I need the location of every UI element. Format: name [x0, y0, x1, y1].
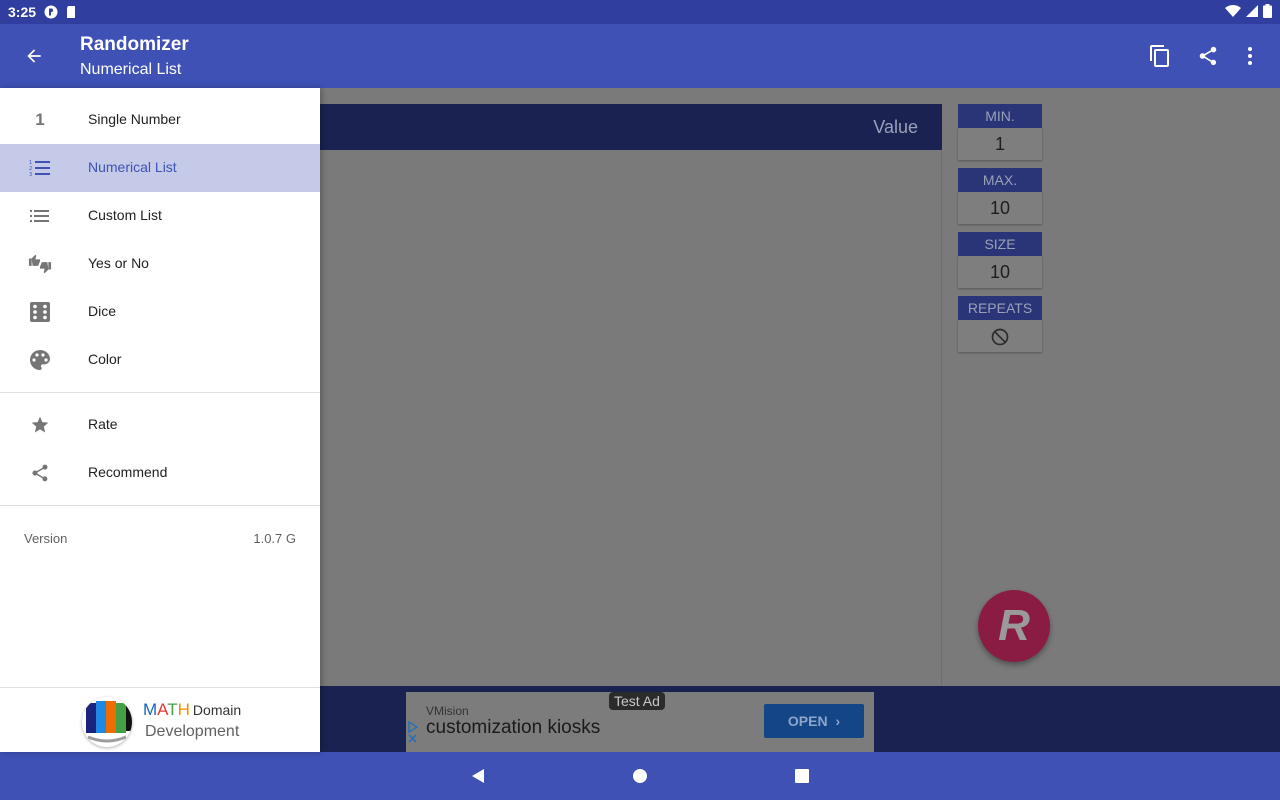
developer-name-letter: A	[157, 700, 168, 719]
circle-home-icon	[633, 769, 647, 783]
svg-text:3: 3	[29, 172, 32, 178]
drawer-item-single-number[interactable]: 1 Single Number	[0, 96, 320, 144]
nav-back-button[interactable]	[466, 764, 490, 788]
sd-card-icon	[64, 5, 78, 19]
copy-icon	[1150, 45, 1169, 67]
system-nav-bar	[0, 752, 1280, 800]
triangle-back-icon	[472, 769, 484, 783]
test-ad-badge: Test Ad	[609, 692, 665, 710]
param-size[interactable]: SIZE 10	[958, 232, 1042, 288]
app-title: Randomizer	[80, 34, 189, 55]
drawer-item-label: Dice	[88, 303, 117, 319]
drawer-item-custom-list[interactable]: Custom List	[0, 192, 320, 240]
status-bar: 3:25	[0, 0, 1280, 24]
ad-brand: VMision	[426, 704, 469, 718]
nav-recents-button[interactable]	[790, 764, 814, 788]
ad-open-label: OPEN	[787, 713, 828, 729]
drawer-item-label: Recommend	[88, 464, 168, 480]
developer-footer[interactable]: MATH Domain Development	[0, 687, 320, 752]
repeats-toggle[interactable]	[958, 320, 1042, 352]
drawer-item-color[interactable]: Color	[0, 336, 320, 384]
share-button[interactable]	[1188, 36, 1228, 76]
drawer-item-recommend[interactable]: Recommend	[0, 449, 320, 497]
param-value[interactable]: 10	[958, 256, 1042, 288]
param-value[interactable]: 1	[958, 128, 1042, 160]
randomize-fab[interactable]: R	[978, 590, 1050, 662]
app-subtitle: Numerical List	[80, 61, 182, 78]
drawer-item-label: Numerical List	[88, 159, 177, 175]
ad-open-button[interactable]: OPEN ›	[764, 704, 864, 738]
status-time: 3:25	[8, 4, 37, 20]
adchoices-icon[interactable]	[408, 720, 419, 747]
drawer-item-label: Custom List	[88, 207, 162, 223]
developer-name-letter: H	[177, 700, 190, 719]
share-icon	[28, 461, 52, 485]
drawer-item-dice[interactable]: Dice	[0, 288, 320, 336]
square-recents-icon	[795, 769, 809, 783]
share-icon	[1199, 46, 1217, 66]
param-label: SIZE	[958, 232, 1042, 256]
param-max[interactable]: MAX. 10	[958, 168, 1042, 224]
notification-app-icon	[44, 5, 58, 19]
drawer-item-label: Color	[88, 351, 122, 367]
status-indicators	[1225, 3, 1272, 21]
version-value: 1.0.7 G	[253, 531, 296, 546]
wifi-icon	[1225, 4, 1241, 21]
list-icon	[28, 204, 52, 228]
drawer-item-label: Rate	[88, 416, 118, 432]
back-button[interactable]	[14, 36, 54, 76]
param-repeats[interactable]: REPEATS	[958, 296, 1042, 352]
block-icon	[991, 328, 1009, 346]
developer-name: MATH Domain	[143, 700, 241, 720]
drawer-item-numerical-list[interactable]: 123 Numerical List	[0, 144, 320, 192]
app-bar: Randomizer Numerical List	[0, 24, 1280, 88]
developer-subtitle: Development	[145, 723, 240, 740]
palette-icon	[28, 348, 52, 372]
param-min[interactable]: MIN. 1	[958, 104, 1042, 160]
drawer-item-label: Yes or No	[88, 255, 149, 271]
nav-home-button[interactable]	[628, 764, 652, 788]
number-one-icon: 1	[35, 110, 45, 129]
drawer-divider	[0, 392, 320, 393]
version-label: Version	[24, 531, 68, 546]
navigation-drawer: 1 Single Number 123 Numerical List Custo…	[0, 88, 320, 752]
arrow-back-icon	[27, 49, 41, 63]
signal-icon	[1245, 4, 1259, 21]
more-vert-icon	[1248, 47, 1252, 65]
param-label: REPEATS	[958, 296, 1042, 320]
developer-name-letter: M	[143, 700, 158, 719]
drawer-item-label: Single Number	[88, 111, 181, 127]
numbered-list-icon: 123	[28, 156, 52, 180]
battery-icon	[1263, 3, 1272, 21]
star-icon	[28, 413, 52, 437]
ad-headline[interactable]: customization kiosks	[426, 717, 600, 739]
thumbs-up-down-icon	[28, 252, 52, 276]
overflow-menu-button[interactable]	[1230, 36, 1270, 76]
banner-ad[interactable]: Test Ad VMision customization kiosks OPE…	[406, 692, 874, 752]
drawer-item-rate[interactable]: Rate	[0, 401, 320, 449]
param-label: MIN.	[958, 104, 1042, 128]
developer-name-domain: Domain	[192, 702, 242, 718]
chevron-right-icon: ›	[835, 713, 841, 729]
value-column-header: Value	[873, 117, 918, 137]
copy-button[interactable]	[1140, 36, 1180, 76]
developer-name-letter: T	[167, 700, 178, 719]
drawer-divider	[0, 505, 320, 506]
param-value[interactable]: 10	[958, 192, 1042, 224]
param-label: MAX.	[958, 168, 1042, 192]
dice-icon	[28, 300, 52, 324]
drawer-item-yes-or-no[interactable]: Yes or No	[0, 240, 320, 288]
developer-logo	[82, 697, 132, 747]
